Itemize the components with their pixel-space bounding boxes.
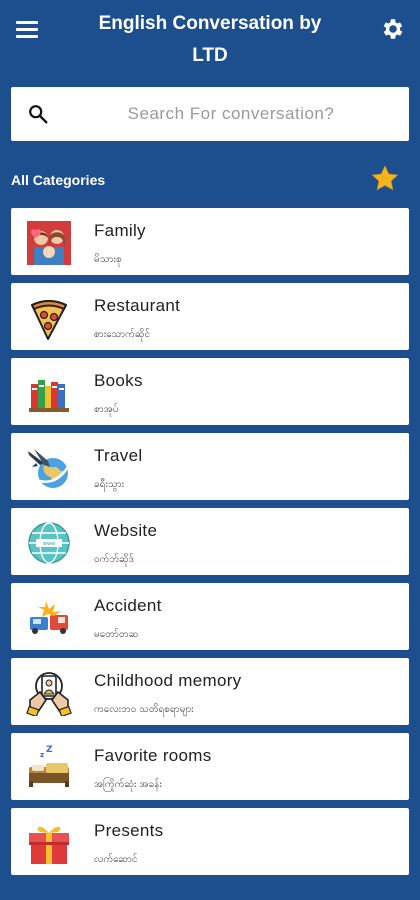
- item-subtitle: မိသားစု: [94, 254, 122, 265]
- item-title: Books: [94, 371, 143, 390]
- list-item-favorite-rooms[interactable]: z Z Favorite rooms အကြိုက်ဆုံး အခန်း: [11, 733, 409, 800]
- list-item-travel[interactable]: Travel ခရီးသွား: [11, 433, 409, 500]
- family-icon: [26, 220, 72, 266]
- item-title: Restaurant: [94, 296, 181, 315]
- svg-text:Z: Z: [46, 745, 53, 755]
- list-item-accident[interactable]: Accident မတော်တဆ: [11, 583, 409, 650]
- item-subtitle: ကလေးဘဝ သတိရစရာများ: [94, 704, 194, 715]
- search-input[interactable]: [71, 87, 391, 141]
- menu-icon[interactable]: [16, 14, 46, 44]
- item-subtitle: ခရီးသွား: [94, 479, 125, 490]
- item-subtitle: စားသောက်ဆိုင်: [94, 329, 151, 340]
- item-subtitle: အကြိုက်ဆုံး အခန်း: [94, 779, 162, 790]
- item-title: Childhood memory: [94, 671, 242, 690]
- pizza-icon: [26, 295, 72, 341]
- list-item-books[interactable]: Books စာအုပ်: [11, 358, 409, 425]
- item-title: Accident: [94, 596, 162, 615]
- books-icon: [26, 370, 72, 416]
- app-title: English Conversation by LTD: [98, 13, 322, 66]
- app-header: English Conversation by LTD: [0, 0, 420, 80]
- categories-heading: All Categories: [11, 172, 106, 188]
- item-title: Travel: [94, 446, 143, 465]
- item-subtitle: ဝက်ဘ်ဆိုဒ်: [94, 554, 134, 565]
- airplane-globe-icon: [26, 445, 72, 491]
- item-title: Website: [94, 521, 158, 540]
- svg-text:www: www: [43, 541, 55, 547]
- gift-icon: [26, 820, 72, 866]
- globe-icon: www: [26, 520, 72, 566]
- bed-icon: z Z: [26, 745, 72, 791]
- item-subtitle: လက်ဆောင်: [94, 854, 138, 865]
- category-list: Family မိသားစု Restaurant စားသောက်ဆိုင်: [11, 208, 409, 883]
- list-item-family[interactable]: Family မိသားစု: [11, 208, 409, 275]
- star-icon[interactable]: [370, 164, 402, 196]
- list-item-childhood-memory[interactable]: Childhood memory ကလေးဘဝ သတိရစရာများ: [11, 658, 409, 725]
- search-icon: [27, 103, 49, 125]
- item-title: Favorite rooms: [94, 746, 212, 765]
- list-item-restaurant[interactable]: Restaurant စားသောက်ဆိုင်: [11, 283, 409, 350]
- crash-icon: [26, 595, 72, 641]
- item-title: Presents: [94, 821, 164, 840]
- item-subtitle: စာအုပ်: [94, 404, 119, 415]
- gear-icon[interactable]: [380, 16, 406, 42]
- list-item-presents[interactable]: Presents လက်ဆောင်: [11, 808, 409, 875]
- list-item-website[interactable]: www Website ဝက်ဘ်ဆိုဒ်: [11, 508, 409, 575]
- search-bar[interactable]: [11, 87, 409, 141]
- svg-text:z: z: [40, 751, 44, 759]
- item-title: Family: [94, 221, 146, 240]
- item-subtitle: မတော်တဆ: [94, 629, 139, 640]
- hands-heart-icon: [26, 670, 72, 716]
